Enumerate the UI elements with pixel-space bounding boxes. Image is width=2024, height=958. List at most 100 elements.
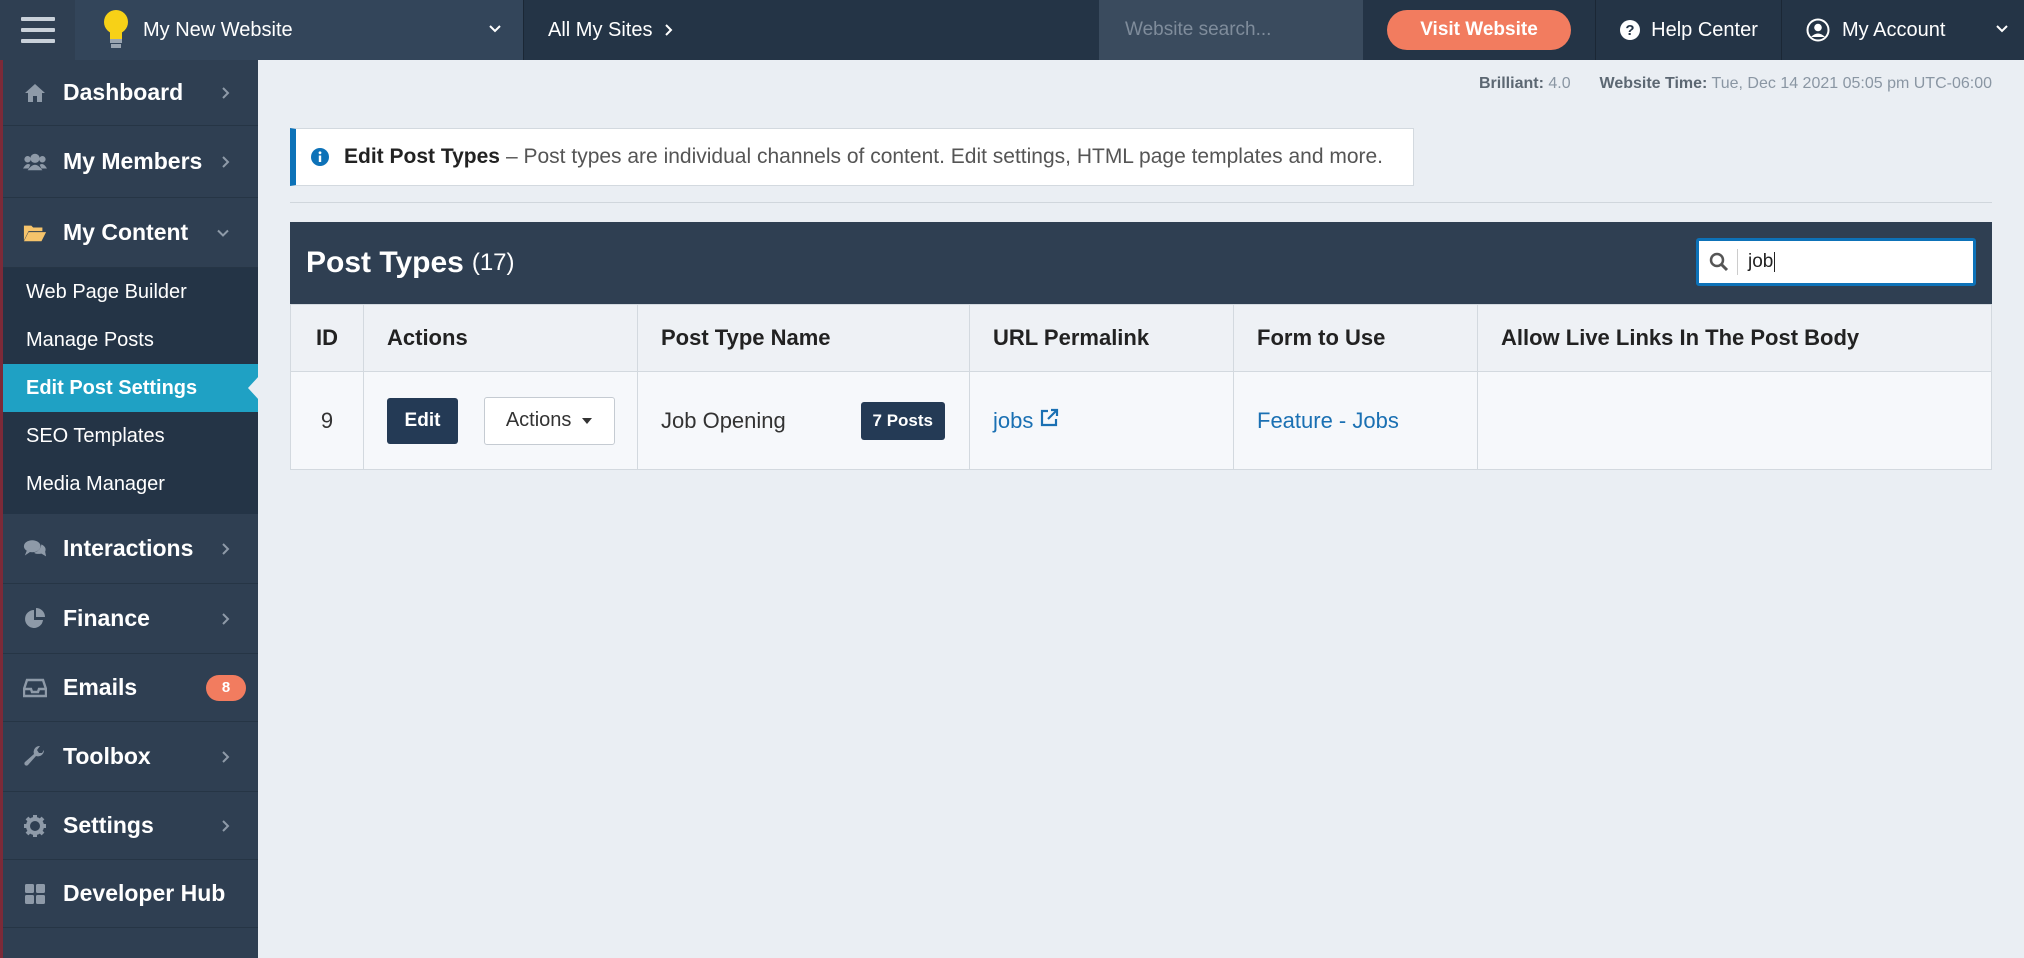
gear-icon <box>23 814 47 838</box>
sidebar-item-developer-hub[interactable]: Developer Hub <box>3 860 258 928</box>
info-banner: Edit Post Types – Post types are individ… <box>290 128 1414 186</box>
post-types-panel: Post Types (17) job ID Actions Post Type… <box>290 222 1992 470</box>
cell-actions: Edit Actions <box>363 371 638 470</box>
help-center-label: Help Center <box>1651 18 1758 41</box>
website-time-value: Tue, Dec 14 2021 05:05 pm UTC-06:00 <box>1711 75 1992 92</box>
my-content-submenu: Web Page Builder Manage Posts Edit Post … <box>3 268 259 514</box>
sidebar-item-label: Toolbox <box>63 743 151 769</box>
info-text: – Post types are individual channels of … <box>505 145 1384 168</box>
sidebar-item-interactions[interactable]: Interactions <box>3 514 258 584</box>
submenu-item-web-page-builder[interactable]: Web Page Builder <box>3 268 258 316</box>
website-time-label: Website Time: <box>1599 75 1708 92</box>
cell-form-to-use: Feature - Jobs <box>1233 371 1478 470</box>
top-bar: My New Website All My Sites Website sear… <box>0 0 2024 60</box>
sidebar-item-label: Interactions <box>63 535 194 561</box>
sidebar-item-finance[interactable]: Finance <box>3 584 258 654</box>
info-title: Edit Post Types <box>344 145 500 168</box>
chevron-right-icon <box>222 542 230 555</box>
post-type-name: Job Opening <box>661 407 786 433</box>
all-sites-label: All My Sites <box>548 18 653 41</box>
user-circle-icon <box>1806 18 1830 42</box>
home-icon <box>23 81 47 105</box>
actions-dropdown-button[interactable]: Actions <box>484 396 616 445</box>
sidebar-item-label: My Content <box>63 219 189 245</box>
column-header-url-permalink[interactable]: URL Permalink <box>969 304 1234 372</box>
sidebar-item-label: Developer Hub <box>63 880 226 906</box>
sidebar-item-emails[interactable]: Emails 8 <box>3 654 258 722</box>
panel-header: Post Types (17) job <box>290 222 1992 304</box>
sidebar-item-toolbox[interactable]: Toolbox <box>3 722 258 792</box>
search-value: job <box>1748 251 1774 272</box>
sidebar-item-label: Finance <box>63 605 150 631</box>
wrench-icon <box>23 745 47 769</box>
chevron-down-icon <box>217 229 229 237</box>
website-search-placeholder: Website search... <box>1125 19 1272 40</box>
chevron-right-icon <box>222 612 230 625</box>
help-center-link[interactable]: ? Help Center <box>1596 0 1782 60</box>
all-sites-link[interactable]: All My Sites <box>523 0 753 60</box>
sidebar-item-settings[interactable]: Settings <box>3 792 258 860</box>
submenu-item-edit-post-settings[interactable]: Edit Post Settings <box>3 364 259 412</box>
sidebar-item-label: Emails <box>63 674 138 700</box>
sidebar-item-label: Settings <box>63 812 154 838</box>
sidebar-item-dashboard[interactable]: Dashboard <box>3 60 258 126</box>
post-types-search-input[interactable]: job <box>1696 238 1976 286</box>
table-row: 9 Edit Actions Job Opening 7 Posts jobs … <box>290 371 1992 470</box>
chevron-down-icon <box>1996 25 2008 33</box>
cell-post-type-name: Job Opening 7 Posts <box>637 371 970 470</box>
sidebar-item-my-content[interactable]: My Content <box>3 198 258 268</box>
column-header-allow-live-links[interactable]: Allow Live Links In The Post Body <box>1477 304 1992 372</box>
my-account-menu[interactable]: My Account <box>1782 0 2024 60</box>
chevron-right-icon <box>222 86 230 99</box>
submenu-item-seo-templates[interactable]: SEO Templates <box>3 412 258 460</box>
sidebar-item-my-members[interactable]: My Members <box>3 126 258 198</box>
chevron-right-icon <box>222 819 230 832</box>
edit-button[interactable]: Edit <box>387 397 458 444</box>
svg-text:?: ? <box>1626 22 1635 39</box>
my-account-label: My Account <box>1842 18 1946 41</box>
column-header-id[interactable]: ID <box>290 304 364 372</box>
lightbulb-icon <box>104 10 128 48</box>
comments-icon <box>23 537 47 561</box>
cell-allow-live-links <box>1477 371 1992 470</box>
grid-icon <box>23 882 47 906</box>
info-circle-icon <box>311 148 329 166</box>
text-cursor <box>1774 252 1776 272</box>
column-header-actions[interactable]: Actions <box>363 304 638 372</box>
emails-count-badge: 8 <box>206 674 246 701</box>
submenu-item-manage-posts[interactable]: Manage Posts <box>3 316 258 364</box>
chevron-right-icon <box>222 155 230 168</box>
cell-url-permalink: jobs <box>969 371 1234 470</box>
column-header-form-to-use[interactable]: Form to Use <box>1233 304 1478 372</box>
site-selector[interactable]: My New Website <box>75 0 523 60</box>
question-circle-icon: ? <box>1620 20 1641 40</box>
external-link-icon <box>1041 408 1059 426</box>
sidebar: Dashboard My Members My Content Web Page… <box>0 60 259 958</box>
folder-open-icon <box>23 221 47 245</box>
site-name: My New Website <box>143 18 293 41</box>
version-label: Brilliant: <box>1479 75 1544 92</box>
visit-website-button[interactable]: Visit Website <box>1387 10 1571 50</box>
caret-down-icon <box>582 417 593 424</box>
divider <box>290 202 1992 203</box>
search-icon <box>1709 252 1729 272</box>
post-types-table: ID Actions Post Type Name URL Permalink … <box>290 304 1992 470</box>
panel-title: Post Types <box>306 246 464 279</box>
actions-dropdown-label: Actions <box>505 409 572 431</box>
form-link[interactable]: Feature - Jobs <box>1257 408 1399 433</box>
submenu-item-media-manager[interactable]: Media Manager <box>3 460 258 508</box>
hamburger-menu-button[interactable] <box>0 0 75 60</box>
table-header-row: ID Actions Post Type Name URL Permalink … <box>290 304 1992 372</box>
permalink-text: jobs <box>993 407 1034 433</box>
post-types-count: (17) <box>471 249 515 276</box>
permalink-link[interactable]: jobs <box>993 408 1059 433</box>
chevron-down-icon <box>489 25 501 33</box>
site-meta-info: Brilliant: 4.0 Website Time: Tue, Dec 14… <box>1479 75 1992 93</box>
sidebar-item-label: My Members <box>63 148 203 174</box>
posts-count-badge[interactable]: 7 Posts <box>860 401 945 440</box>
column-header-post-type-name[interactable]: Post Type Name <box>637 304 970 372</box>
users-icon <box>23 150 47 174</box>
pie-chart-icon <box>23 607 47 631</box>
sidebar-item-label: Dashboard <box>63 79 184 105</box>
website-search-input[interactable]: Website search... <box>1099 0 1363 60</box>
